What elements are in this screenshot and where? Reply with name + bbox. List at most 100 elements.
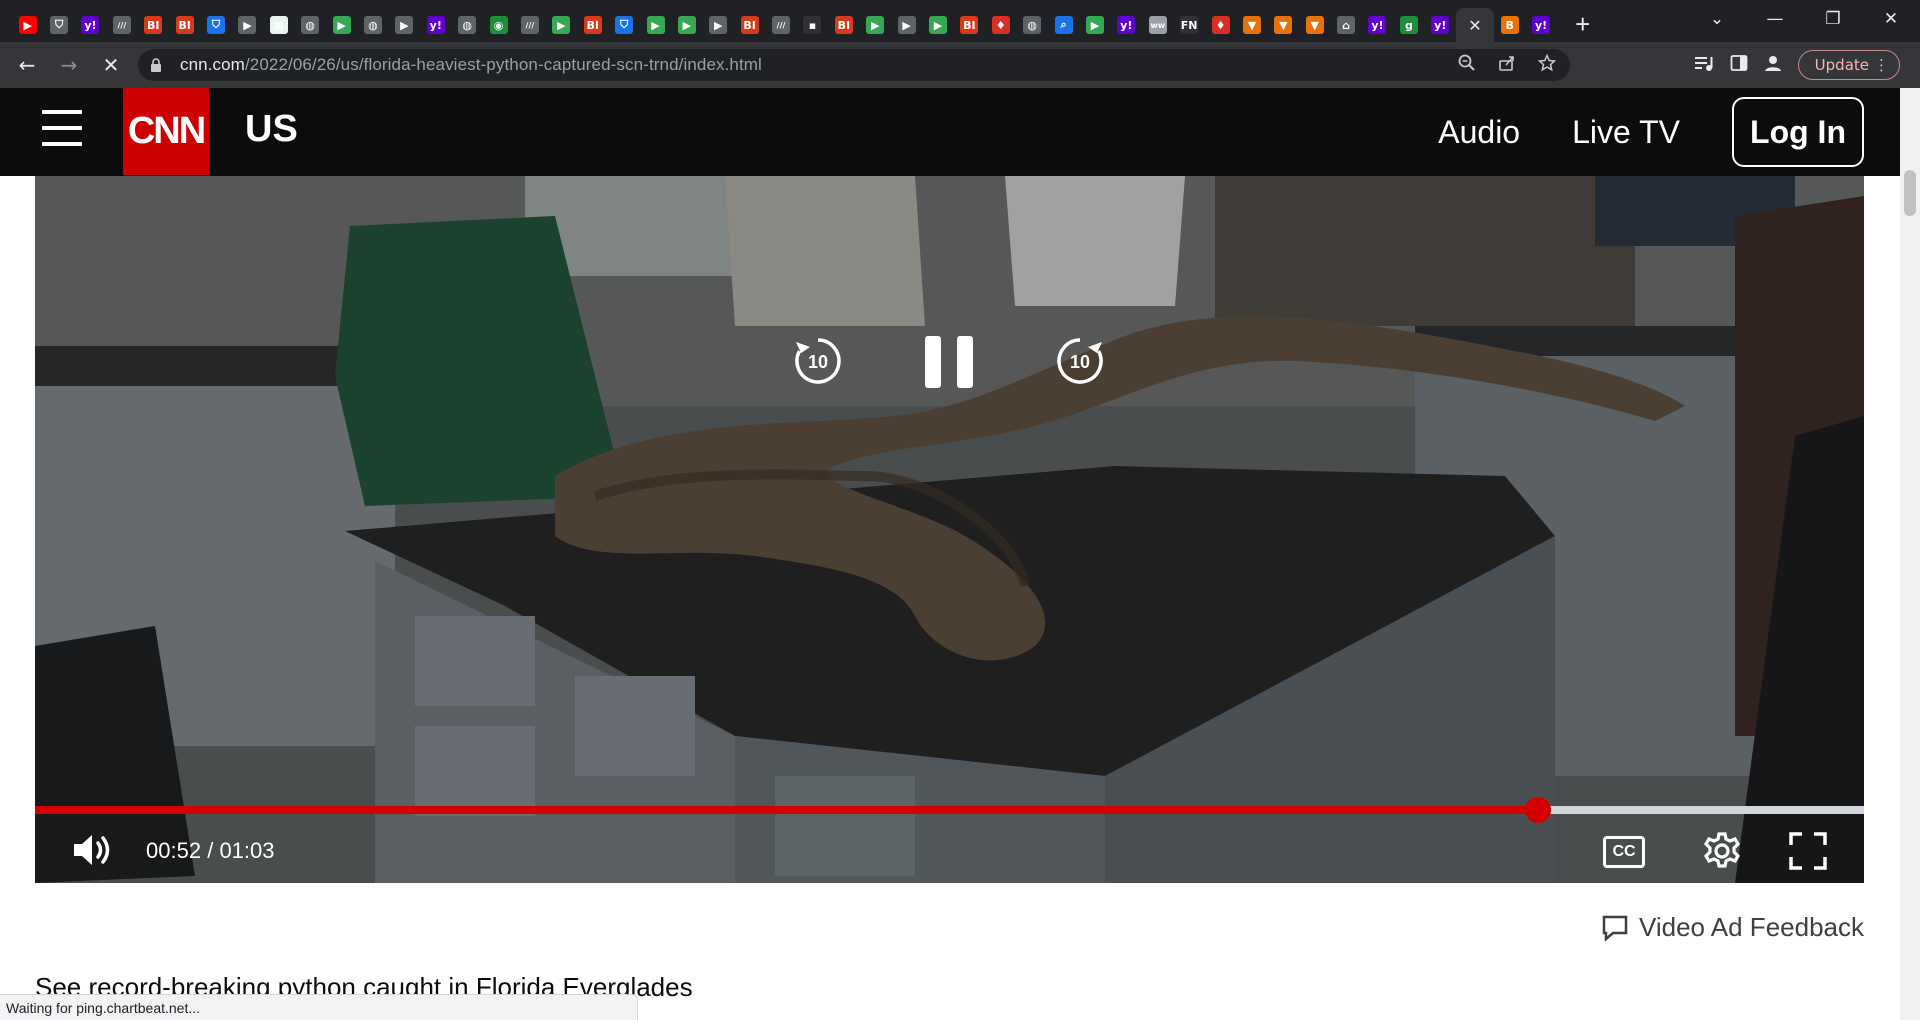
close-window-button[interactable]: ✕: [1862, 9, 1920, 29]
shield-icon: ⛉: [207, 16, 226, 34]
browser-tab[interactable]: ▶: [640, 8, 671, 42]
bi-icon: BI: [740, 16, 759, 34]
minimize-button[interactable]: —: [1746, 9, 1804, 29]
browser-tab[interactable]: B: [1494, 8, 1525, 42]
browser-tab[interactable]: ⌂: [1330, 8, 1361, 42]
settings-gear-icon[interactable]: [1702, 831, 1742, 871]
forward-button[interactable]: →: [54, 50, 84, 80]
browser-tab[interactable]: ✕: [1455, 8, 1494, 42]
browser-tab[interactable]: BI: [734, 8, 765, 42]
browser-tab[interactable]: ⛉: [200, 8, 231, 42]
browser-tab[interactable]: BI: [577, 8, 608, 42]
video-ad-feedback[interactable]: Video Ad Feedback: [1601, 912, 1864, 943]
browser-tab[interactable]: ▶: [703, 8, 734, 42]
browser-tab[interactable]: ▦: [263, 8, 294, 42]
browser-tab[interactable]: ▼: [1236, 8, 1267, 42]
share-icon[interactable]: [1498, 54, 1516, 77]
update-label: Update: [1814, 56, 1869, 74]
b-icon: B: [1500, 16, 1519, 34]
browser-tab[interactable]: ///: [106, 8, 137, 42]
browser-tab[interactable]: ▪: [797, 8, 828, 42]
restore-button[interactable]: ❐: [1804, 9, 1862, 29]
close-icon[interactable]: ✕: [1466, 16, 1484, 35]
browser-tab[interactable]: BI: [828, 8, 859, 42]
media-controls-icon[interactable]: [1694, 54, 1714, 76]
play-icon: ▶: [1085, 16, 1104, 34]
video-player[interactable]: 10 10 00:52 / 01:03 CC: [35, 176, 1864, 883]
browser-tab[interactable]: ◍: [295, 8, 326, 42]
bookmark-star-icon[interactable]: [1537, 53, 1557, 77]
browser-tab[interactable]: ///: [514, 8, 545, 42]
browser-tab[interactable]: ⌕: [1048, 8, 1079, 42]
yahoo-icon: y!: [1368, 16, 1387, 34]
globe-icon: ◍: [301, 16, 320, 34]
browser-tab[interactable]: ▶: [860, 8, 891, 42]
browser-tab[interactable]: ◉: [483, 8, 514, 42]
browser-tab[interactable]: ▶: [326, 8, 357, 42]
browser-tab[interactable]: ⛉: [43, 8, 74, 42]
nav-audio[interactable]: Audio: [1438, 114, 1520, 151]
address-bar[interactable]: cnn.com/2022/06/26/us/florida-heaviest-p…: [138, 49, 1570, 81]
browser-tab[interactable]: ◍: [357, 8, 388, 42]
hamburger-menu-icon[interactable]: [42, 110, 82, 150]
back-button[interactable]: ←: [12, 50, 42, 80]
browser-tab[interactable]: ◍: [451, 8, 482, 42]
cnn-logo[interactable]: CNN: [123, 88, 209, 175]
lock-icon[interactable]: [150, 58, 162, 72]
update-button[interactable]: Update ⋮: [1797, 50, 1900, 80]
browser-tab[interactable]: ▼: [1268, 8, 1299, 42]
fullscreen-icon[interactable]: [1788, 831, 1828, 871]
browser-tab[interactable]: ▶: [671, 8, 702, 42]
browser-tab[interactable]: ▶: [232, 8, 263, 42]
page-scrollbar[interactable]: [1900, 88, 1920, 1020]
bookmark-icon: ▼: [1305, 16, 1324, 34]
volume-icon[interactable]: [71, 830, 117, 870]
browser-tab[interactable]: y!: [1525, 8, 1556, 42]
progress-fill: [35, 806, 1539, 814]
browser-tab[interactable]: ▶: [1079, 8, 1110, 42]
zoom-icon[interactable]: [1458, 54, 1476, 77]
nav-live-tv[interactable]: Live TV: [1572, 114, 1680, 151]
browser-tab[interactable]: ///: [765, 8, 796, 42]
tab-search-icon[interactable]: ⌄: [1688, 9, 1746, 29]
time-separator: /: [207, 838, 214, 863]
browser-tab[interactable]: ▼: [1299, 8, 1330, 42]
browser-tab[interactable]: ♦: [1205, 8, 1236, 42]
browser-tab[interactable]: ♦: [985, 8, 1016, 42]
seek-back-10-button[interactable]: 10: [793, 336, 843, 386]
pause-button[interactable]: [923, 336, 977, 388]
play-icon: ▶: [677, 16, 696, 34]
browser-tab[interactable]: y!: [420, 8, 451, 42]
scrollbar-thumb[interactable]: [1904, 170, 1916, 216]
browser-tab[interactable]: BI: [954, 8, 985, 42]
bi-icon: BI: [834, 16, 853, 34]
browser-tab[interactable]: y!: [1111, 8, 1142, 42]
browser-tab[interactable]: ▶: [389, 8, 420, 42]
browser-tab[interactable]: ▶: [12, 8, 43, 42]
browser-tab[interactable]: BI: [169, 8, 200, 42]
side-panel-icon[interactable]: [1730, 54, 1748, 76]
loading-stop-button[interactable]: ✕: [96, 50, 126, 80]
browser-tab[interactable]: g: [1393, 8, 1424, 42]
browser-tab[interactable]: y!: [1425, 8, 1456, 42]
closed-captions-button[interactable]: CC: [1603, 836, 1645, 868]
more-menu-icon[interactable]: ⋮: [1874, 56, 1889, 74]
browser-tab[interactable]: ◍: [1017, 8, 1048, 42]
browser-tab[interactable]: y!: [1362, 8, 1393, 42]
progress-bar[interactable]: [35, 797, 1864, 823]
browser-tab[interactable]: BI: [138, 8, 169, 42]
seek-forward-10-button[interactable]: 10: [1055, 336, 1105, 386]
browser-tab[interactable]: ⛉: [608, 8, 639, 42]
browser-tab[interactable]: ▶: [922, 8, 953, 42]
new-tab-button[interactable]: +: [1567, 8, 1599, 40]
browser-tab[interactable]: ▶: [546, 8, 577, 42]
url-text[interactable]: cnn.com/2022/06/26/us/florida-heaviest-p…: [180, 55, 762, 75]
browser-tab[interactable]: FN: [1173, 8, 1204, 42]
browser-tab[interactable]: ww: [1142, 8, 1173, 42]
section-title[interactable]: US: [245, 108, 298, 151]
browser-tab[interactable]: ▶: [891, 8, 922, 42]
login-button[interactable]: Log In: [1732, 97, 1864, 167]
yahoo-icon: y!: [81, 16, 100, 34]
browser-tab[interactable]: y!: [75, 8, 106, 42]
profile-avatar-icon[interactable]: [1764, 54, 1782, 76]
